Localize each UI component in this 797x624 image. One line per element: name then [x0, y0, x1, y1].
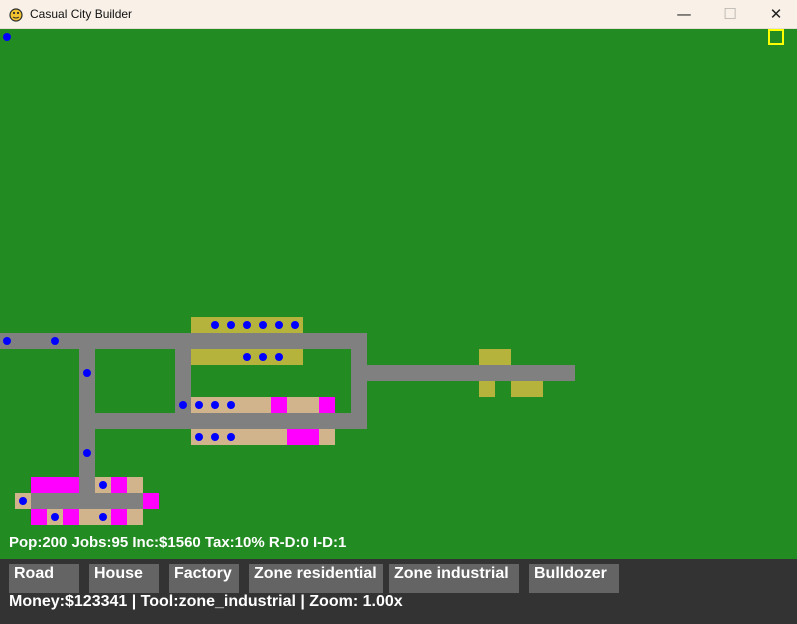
- house-building: [111, 477, 127, 493]
- house-building: [63, 509, 79, 525]
- industrial-zone: [511, 381, 543, 397]
- citizen-dot: [227, 321, 235, 329]
- minimize-button[interactable]: —: [661, 0, 707, 28]
- house-building: [31, 477, 79, 493]
- citizen-dot: [51, 513, 59, 521]
- citizen-dot: [243, 353, 251, 361]
- citizen-dot: [3, 33, 11, 41]
- citizen-dot: [243, 321, 251, 329]
- citizen-dot: [51, 337, 59, 345]
- road-tile: [367, 365, 575, 381]
- pygame-snake-icon: [9, 8, 23, 22]
- citizen-dot: [195, 401, 203, 409]
- tool-panel: Road House Factory Zone residential Zone…: [0, 559, 797, 624]
- road-tile: [95, 413, 367, 429]
- window-titlebar: Casual City Builder — ☐ ✕: [0, 0, 797, 29]
- industrial-zone: [479, 381, 495, 397]
- citizen-dot: [179, 401, 187, 409]
- citizen-dot: [99, 481, 107, 489]
- citizen-dot: [19, 497, 27, 505]
- house-building: [31, 509, 47, 525]
- house-building: [271, 397, 287, 413]
- citizen-dot: [211, 321, 219, 329]
- citizen-dot: [275, 321, 283, 329]
- house-tool-button[interactable]: House: [89, 564, 159, 593]
- citizen-dot: [227, 433, 235, 441]
- house-building: [143, 493, 159, 509]
- citizen-dot: [259, 353, 267, 361]
- zone-residential-tool-button[interactable]: Zone residential: [249, 564, 383, 593]
- citizen-dot: [83, 369, 91, 377]
- citizen-dot: [259, 321, 267, 329]
- citizen-dot: [99, 513, 107, 521]
- bulldozer-tool-button[interactable]: Bulldozer: [529, 564, 619, 593]
- citizen-dot: [3, 337, 11, 345]
- citizen-dot: [211, 433, 219, 441]
- house-building: [111, 509, 127, 525]
- road-tile: [31, 493, 143, 509]
- city-stats-readout: Pop:200 Jobs:95 Inc:$1560 Tax:10% R-D:0 …: [9, 534, 347, 551]
- citizen-dot: [227, 401, 235, 409]
- road-tool-button[interactable]: Road: [9, 564, 79, 593]
- citizen-dot: [83, 449, 91, 457]
- house-building: [319, 397, 335, 413]
- citizen-dot: [275, 353, 283, 361]
- house-building: [287, 429, 319, 445]
- industrial-zone: [479, 349, 511, 365]
- citizen-dot: [291, 321, 299, 329]
- city-map-viewport[interactable]: Pop:200 Jobs:95 Inc:$1560 Tax:10% R-D:0 …: [0, 29, 797, 559]
- window-title: Casual City Builder: [30, 7, 133, 21]
- status-bar: Money:$123341 | Tool:zone_industrial | Z…: [9, 593, 403, 610]
- factory-tool-button[interactable]: Factory: [169, 564, 239, 593]
- tile-selection-cursor: [768, 29, 784, 45]
- citizen-dot: [195, 433, 203, 441]
- zone-industrial-tool-button[interactable]: Zone industrial: [389, 564, 519, 593]
- close-button[interactable]: ✕: [753, 0, 797, 28]
- citizen-dot: [211, 401, 219, 409]
- maximize-button[interactable]: ☐: [707, 0, 753, 28]
